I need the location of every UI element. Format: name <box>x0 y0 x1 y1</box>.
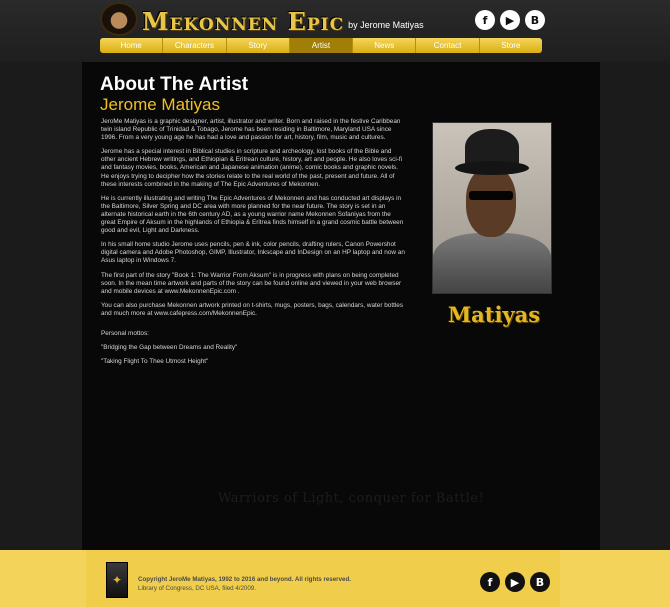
nav-item-store[interactable]: Store <box>480 38 542 53</box>
copyright-line: Copyright JeroMe Matiyas, 1992 to 2016 a… <box>138 576 351 583</box>
motto-item: "Bridging the Gap between Dreams and Rea… <box>101 344 238 352</box>
nav-item-contact[interactable]: Contact <box>416 38 480 53</box>
logo-byline: by Jerome Matiyas <box>348 20 424 30</box>
artist-portrait <box>432 122 552 294</box>
facebook-icon[interactable]: f <box>480 572 500 592</box>
background-watermark: Warriors of Light, conquer for Battle! <box>218 491 485 506</box>
blogger-icon[interactable]: B <box>530 572 550 592</box>
bio-paragraph: In his small home studio Jerome uses pen… <box>101 241 405 265</box>
page-title: About The Artist <box>100 74 249 95</box>
site-logo[interactable]: Mekonnen Epic by Jerome Matiyas <box>100 2 424 36</box>
nav-item-home[interactable]: Home <box>100 38 164 53</box>
bio-paragraph: He is currently illustrating and writing… <box>101 194 404 235</box>
artist-bio: JeroMe Matiyas is a graphic designer, ar… <box>101 118 407 372</box>
nav-item-story[interactable]: Story <box>227 38 290 53</box>
motto-item: "Taking Flight To Thee Utmost Height" <box>101 358 209 366</box>
youtube-icon[interactable]: ▶ <box>505 572 525 592</box>
copyright-line: Library of Congress, DC USA, filed 4/200… <box>138 584 256 592</box>
nav-item-characters[interactable]: Characters <box>163 38 227 53</box>
mottos-heading: Personal mottos: <box>101 329 149 337</box>
nav-item-news[interactable]: News <box>353 38 417 53</box>
facebook-icon[interactable]: f <box>475 10 495 30</box>
logo-text: Mekonnen Epic <box>142 7 345 36</box>
footer-social-links: f ▶ B <box>480 572 550 592</box>
bio-paragraph: You can also purchase Mekonnen artwork p… <box>101 301 404 317</box>
bio-paragraph: Jerome has a special interest in Biblica… <box>101 148 403 188</box>
artist-name-heading: Jerome Matiyas <box>100 95 220 114</box>
blogger-icon[interactable]: B <box>525 10 545 30</box>
logo-portrait-icon <box>100 2 138 36</box>
header-social-links: f ▶ B <box>475 10 545 30</box>
main-nav: Home Characters Story Artist News Contac… <box>100 38 542 53</box>
content-panel: About The Artist Jerome Matiyas JeroMe M… <box>82 62 600 550</box>
bio-paragraph: The first part of the story "Book 1: The… <box>101 271 402 295</box>
nav-item-artist[interactable]: Artist <box>289 38 354 53</box>
artist-signature: Matiyas <box>447 302 541 327</box>
site-header: Mekonnen Epic by Jerome Matiyas f ▶ B Ho… <box>0 0 670 62</box>
youtube-icon[interactable]: ▶ <box>500 10 520 30</box>
bio-paragraph: JeroMe Matiyas is a graphic designer, ar… <box>101 118 401 142</box>
copyright-notice: Copyright JeroMe Matiyas, 1992 to 2016 a… <box>138 576 351 593</box>
footer-emblem-icon: ✦ <box>106 562 128 598</box>
